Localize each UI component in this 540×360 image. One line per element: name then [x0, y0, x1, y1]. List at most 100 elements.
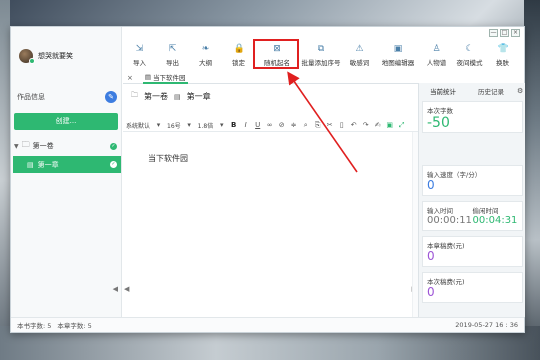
chevron-down-icon[interactable]: ▾ [217, 121, 226, 129]
session-fee-card: 本次稿费(元) 0 [422, 272, 523, 303]
idle-time-value: 00:04:31 [472, 215, 518, 226]
link-icon[interactable]: ∞ [265, 121, 274, 129]
document-tab[interactable]: ▤ 当下软件园 [142, 72, 188, 84]
underline-icon[interactable]: U [253, 121, 262, 129]
character-chart-button[interactable]: ♙ 人物谱 [420, 41, 453, 71]
outline-label: 大纲 [199, 59, 212, 67]
save-icon[interactable]: ▣ [385, 121, 394, 129]
lock-button[interactable]: 🔒 锁定 [222, 41, 255, 71]
works-info-row: 作品信息 ✎ [17, 91, 117, 103]
collapse-caret-icon[interactable]: ▼ [14, 143, 19, 150]
edit-icon[interactable]: ✎ [105, 91, 117, 103]
paste-icon[interactable]: ▯ [337, 121, 346, 129]
copy-icon[interactable]: ⎘ [313, 121, 322, 130]
breadcrumb-chapter[interactable]: 第一章 [187, 91, 211, 102]
idle-time-label: 偷闲时间 [472, 207, 499, 215]
tab-current-stats[interactable]: 当前统计 [419, 86, 467, 96]
breadcrumb-volume[interactable]: 第一卷 [144, 91, 168, 102]
search-icon[interactable]: ⌕ [301, 121, 310, 130]
editor-area[interactable]: 当下软件园 ◀ ▶ [123, 131, 419, 318]
session-fee-value: 0 [427, 285, 435, 299]
desktop-background-left [0, 0, 10, 360]
volume-label: 第一卷 [32, 142, 54, 150]
typeset-icon[interactable]: ✍ [373, 121, 382, 129]
folder-icon: 🗀 [131, 91, 138, 99]
night-mode-button[interactable]: ☾ 夜间模式 [453, 41, 486, 71]
chapter-fee-value: 0 [427, 249, 435, 263]
close-button[interactable]: × [511, 29, 520, 37]
shirt-icon: 👕 [497, 44, 509, 54]
collapse-left-icon[interactable]: ◀ [124, 285, 129, 293]
sensitive-words-label: 敏感词 [349, 59, 370, 67]
typing-speed-value: 0 [427, 178, 435, 192]
align-icon[interactable]: ≑ [289, 121, 298, 129]
map-editor-label: 地图编辑器 [381, 59, 415, 67]
session-fee-label: 本次稿费(元) [427, 278, 465, 286]
chevron-down-icon[interactable]: ▾ [185, 121, 194, 129]
italic-icon[interactable]: I [241, 121, 250, 129]
document-icon: ▤ [144, 73, 152, 81]
user-profile[interactable]: 想哭就要笑 [19, 49, 73, 64]
font-select[interactable]: 系统默认 [125, 121, 151, 130]
time-card: 输入时间 00:00:11 偷闲时间 00:04:31 [422, 201, 523, 231]
minimize-button[interactable]: — [489, 29, 498, 37]
online-badge-icon [29, 58, 35, 64]
skin-button[interactable]: 👕 换肤 [486, 41, 519, 71]
bold-icon[interactable]: B [229, 121, 238, 129]
desktop-background-right [524, 0, 540, 360]
outline-button[interactable]: ❧ 大纲 [189, 41, 222, 71]
stats-tabs: 当前统计 历史记录 ⚙ [419, 85, 526, 97]
input-time-value: 00:00:11 [427, 215, 472, 226]
username: 想哭就要笑 [38, 52, 73, 60]
close-tab-icon[interactable]: × [127, 74, 133, 82]
document-icon: ▤ [27, 160, 34, 169]
create-button[interactable]: 创建... [14, 113, 118, 130]
map-icon: ▣ [393, 44, 403, 54]
window-controls: — □ × [489, 29, 520, 37]
session-words-card: 本次字数 -50 [422, 101, 523, 133]
fullscreen-icon[interactable]: ⤢ [397, 121, 406, 130]
status-bar: 本书字数: 5 本章字数: 5 2019-05-27 16 : 36 [11, 317, 524, 332]
cut-icon[interactable]: ✂ [325, 121, 334, 129]
breadcrumb: 🗀 第一卷 ▤ 第一章 [131, 91, 211, 102]
chapter-fee-label: 本章稿费(元) [427, 242, 465, 250]
tab-history[interactable]: 历史记录 [467, 86, 515, 96]
tree-chapter-item[interactable]: ▤ 第一章 ✓ [13, 156, 121, 173]
tree-volume-item[interactable]: ▼ 🗀 第一卷 ✓ [11, 139, 121, 153]
chapter-label: 第一章 [37, 160, 59, 169]
document-tabbar: × ▤ 当下软件园 [123, 73, 419, 84]
format-toolbar: 系统默认 ▾ 16号 ▾ 1.8倍 ▾ B I U ∞ ⊘ ≑ ⌕ ⎘ ✂ ▯ … [125, 119, 421, 131]
chevron-down-icon[interactable]: ▾ [154, 121, 163, 129]
moon-icon: ☾ [465, 44, 474, 54]
session-words-value: -50 [427, 115, 450, 131]
size-select[interactable]: 16号 [166, 121, 182, 130]
book-word-count: 本书字数: 5 [17, 322, 52, 330]
batch-number-icon: ⧉ [317, 44, 325, 54]
lock-label: 锁定 [232, 59, 245, 67]
batch-number-button[interactable]: ⧉ 批量添加序号 [299, 41, 343, 71]
toolbar: ⇲ 导入 ⇱ 导出 ❧ 大纲 🔒 锁定 ⊠ 随机起名 ⧉ 批量添加序号 ⚠ 敏感… [123, 41, 523, 71]
unlink-icon[interactable]: ⊘ [277, 121, 286, 129]
import-button[interactable]: ⇲ 导入 [123, 41, 156, 71]
check-icon: ✓ [110, 142, 117, 150]
export-button[interactable]: ⇱ 导出 [156, 41, 189, 71]
check-icon: ✓ [110, 161, 117, 168]
avatar[interactable] [19, 49, 35, 64]
undo-icon[interactable]: ↶ [349, 121, 358, 129]
chapter-fee-card: 本章稿费(元) 0 [422, 236, 523, 267]
person-icon: ♙ [432, 44, 441, 54]
night-mode-label: 夜间模式 [456, 59, 483, 67]
collapse-sidebar-icon[interactable]: ◀ [113, 285, 118, 293]
gear-icon[interactable]: ⚙ [517, 87, 523, 95]
editor-text[interactable]: 当下软件园 [148, 153, 188, 164]
export-icon: ⇱ [168, 44, 177, 54]
map-editor-button[interactable]: ▣ 地图编辑器 [376, 41, 420, 71]
line-height-select[interactable]: 1.8倍 [197, 121, 215, 130]
redo-icon[interactable]: ↷ [361, 121, 370, 129]
sensitive-words-button[interactable]: ⚠ 敏感词 [343, 41, 376, 71]
warning-icon: ⚠ [355, 44, 364, 54]
highlight-box [253, 39, 299, 69]
typing-speed-label: 输入速度（字/分） [427, 171, 482, 179]
maximize-button[interactable]: □ [500, 29, 509, 37]
lock-icon: 🔒 [233, 44, 245, 54]
